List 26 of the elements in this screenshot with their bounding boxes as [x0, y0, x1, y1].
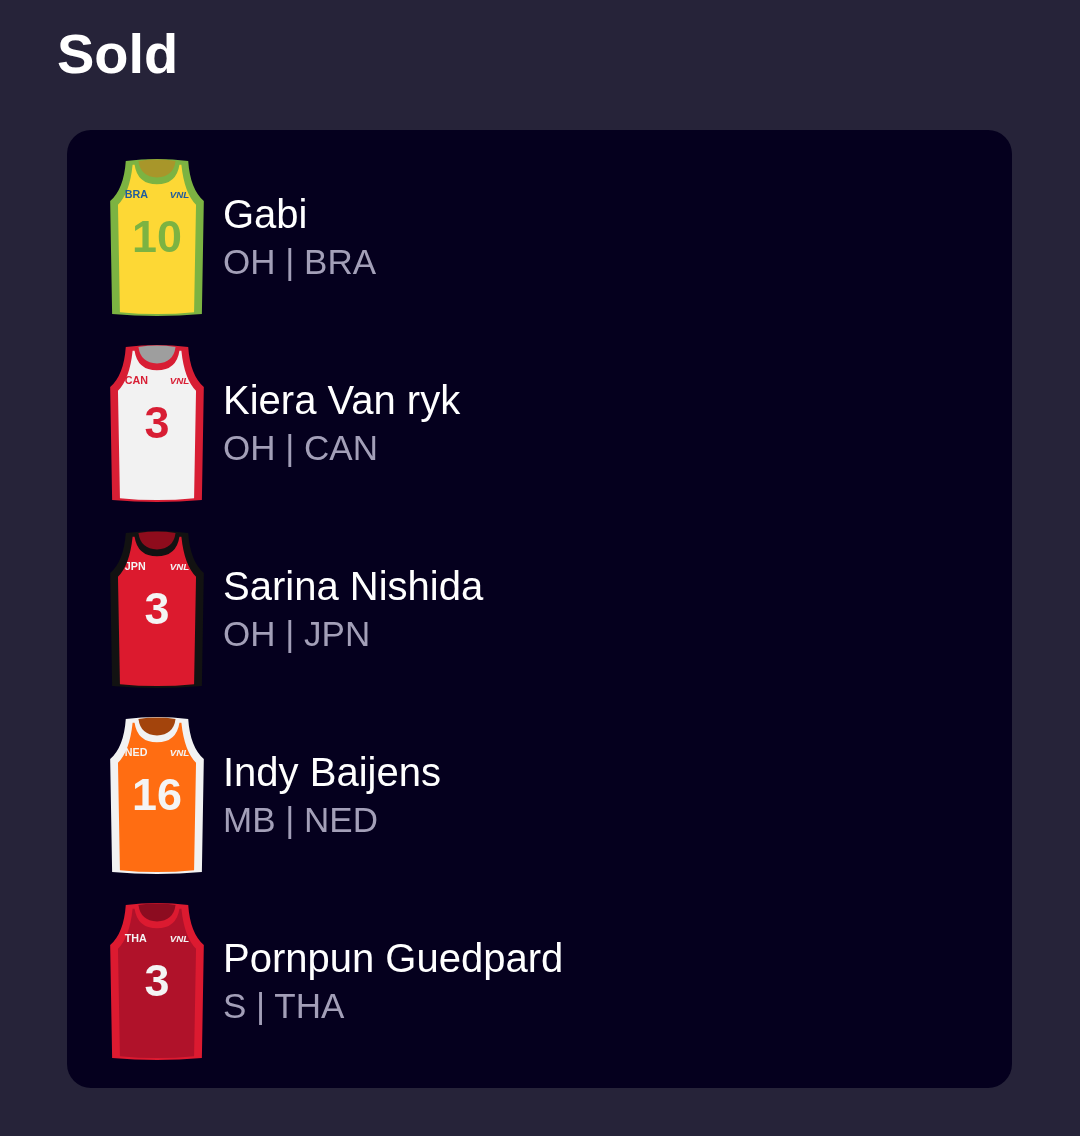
jersey-logo-text: VNL	[169, 561, 190, 572]
jersey-number: 3	[144, 954, 170, 1006]
jersey-logo-text: VNL	[169, 747, 190, 758]
jersey-number: 3	[144, 582, 170, 634]
jersey-country-code: NED	[124, 746, 148, 758]
player-position-country: OH | CAN	[223, 427, 379, 469]
jersey-country-code: JPN	[124, 560, 146, 572]
jersey-logo-text: VNL	[169, 933, 190, 944]
jersey-country-code: THA	[124, 932, 147, 944]
player-name: Kiera Van ryk	[223, 377, 461, 424]
jersey-number: 3	[144, 396, 170, 448]
page-title: Sold	[57, 21, 180, 87]
jersey-logo-text: VNL	[169, 375, 190, 386]
player-position-country: OH | BRA	[223, 241, 376, 283]
player-name: Gabi	[223, 191, 309, 238]
jersey-number: 16	[132, 768, 182, 820]
jersey-logo-text: VNL	[169, 189, 190, 200]
player-position-country: OH | JPN	[223, 613, 372, 655]
jersey-country-code: CAN	[124, 374, 149, 386]
jersey-country-code: BRA	[124, 188, 149, 200]
player-name: Pornpun Guedpard	[223, 935, 564, 982]
player-position-country: S | THA	[223, 985, 346, 1027]
player-name: Sarina Nishida	[223, 563, 484, 610]
player-position-country: MB | NED	[223, 799, 379, 841]
player-name: Indy Baijens	[223, 749, 441, 796]
jersey-number: 10	[132, 210, 182, 262]
